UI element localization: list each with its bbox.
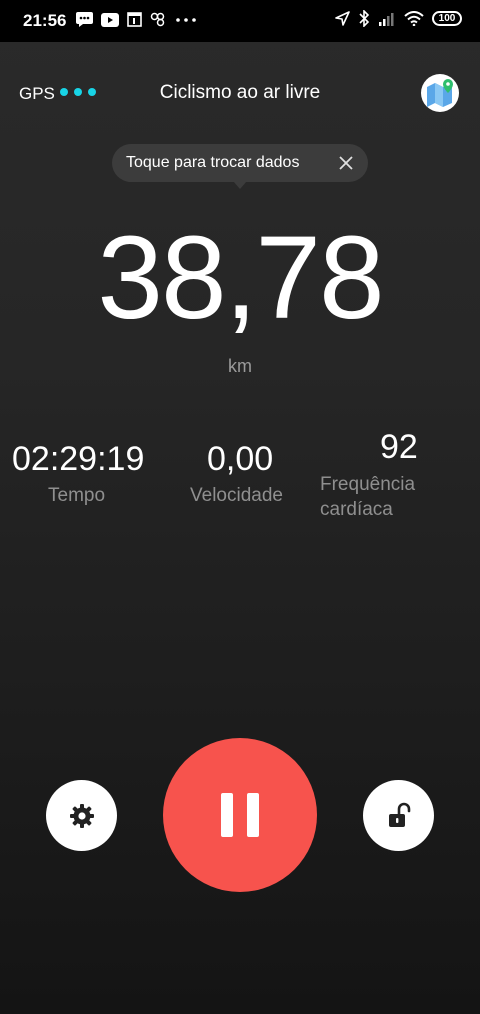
more-icon bbox=[176, 18, 196, 22]
link-icon bbox=[150, 12, 165, 27]
status-time: 21:56 bbox=[23, 11, 67, 30]
wifi-icon bbox=[404, 11, 424, 26]
settings-button[interactable] bbox=[46, 780, 117, 851]
chat-icon bbox=[76, 12, 93, 27]
tooltip[interactable]: Toque para trocar dados bbox=[112, 144, 368, 182]
speed-value: 0,00 bbox=[207, 440, 274, 478]
bluetooth-icon bbox=[359, 10, 370, 27]
heart-rate-label-line1: Frequência bbox=[320, 474, 416, 495]
pause-icon bbox=[247, 793, 259, 837]
signal-icon bbox=[379, 13, 394, 26]
tooltip-text: Toque para trocar dados bbox=[126, 154, 300, 171]
unlock-icon bbox=[388, 802, 410, 827]
pause-icon bbox=[221, 793, 233, 837]
distance-unit: km bbox=[228, 356, 252, 376]
heart-rate-value: 92 bbox=[380, 428, 418, 466]
status-system-icons: 100 bbox=[335, 10, 462, 27]
heart-rate-label-line2: cardíaca bbox=[320, 499, 393, 520]
map-button[interactable] bbox=[421, 74, 459, 112]
lock-button[interactable] bbox=[363, 780, 434, 851]
gear-icon bbox=[69, 803, 94, 828]
location-arrow-icon bbox=[335, 11, 350, 26]
page-title: Ciclismo ao ar livre bbox=[159, 82, 321, 103]
time-value: 02:29:19 bbox=[12, 440, 145, 478]
calendar-icon bbox=[127, 12, 142, 27]
battery-icon: 100 bbox=[432, 11, 462, 26]
tooltip-arrow bbox=[233, 181, 247, 189]
map-icon bbox=[427, 79, 453, 107]
speed-label: Velocidade bbox=[190, 485, 283, 506]
distance-value[interactable]: 38,78 bbox=[0, 210, 480, 346]
status-notification-icons bbox=[76, 12, 199, 27]
pause-button[interactable] bbox=[163, 738, 317, 892]
youtube-icon bbox=[101, 12, 119, 27]
close-icon[interactable] bbox=[338, 155, 354, 171]
time-label: Tempo bbox=[48, 485, 106, 506]
